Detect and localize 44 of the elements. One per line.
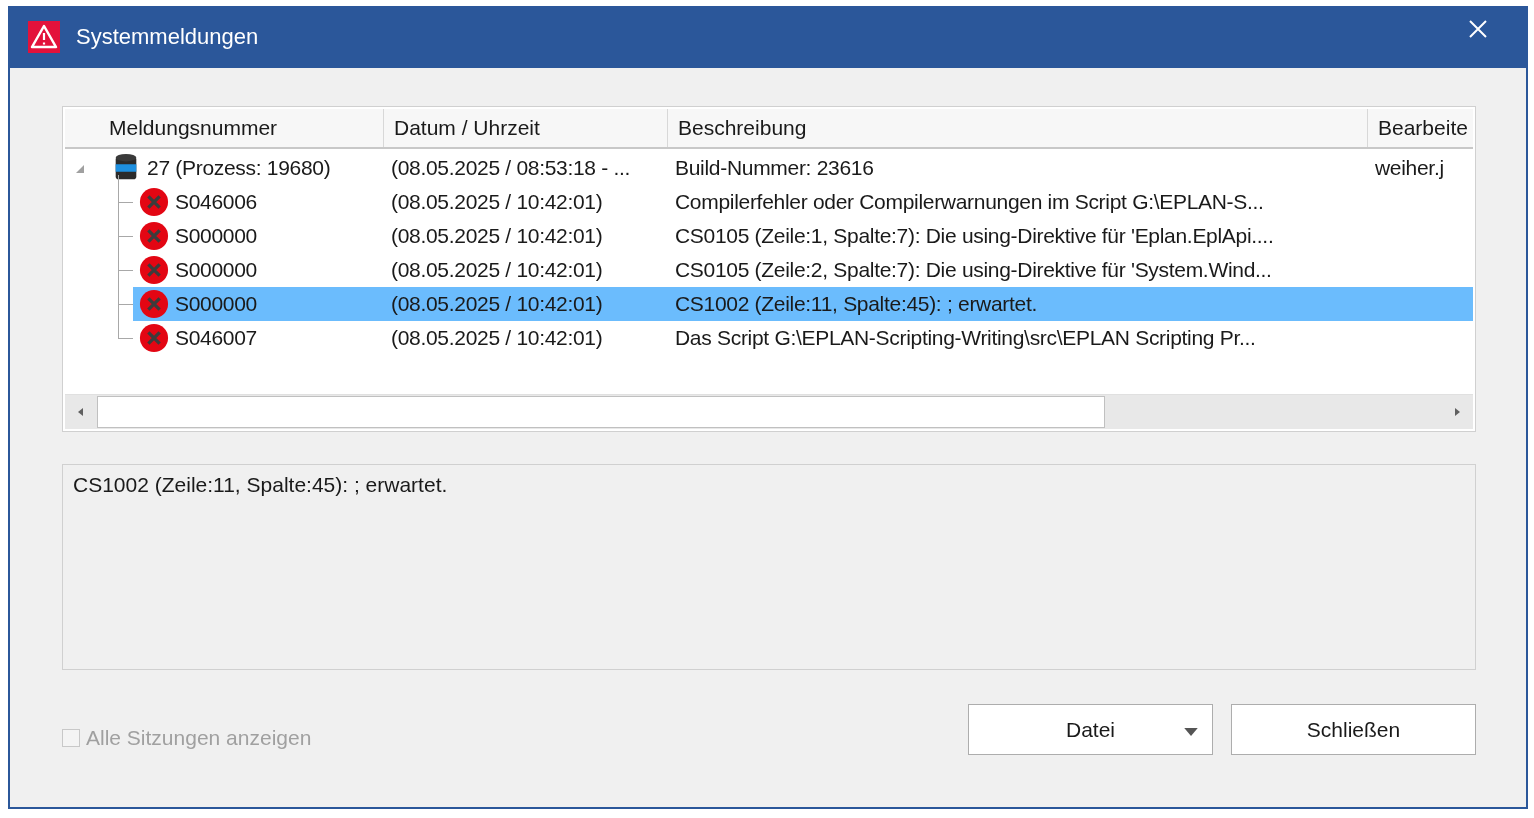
table-row[interactable]: 27 (Prozess: 19680) (08.05.2025 / 08:53:18 - ... Build-Nummer: 23616 weiher.j <box>105 151 1473 185</box>
close-button[interactable]: Schließen <box>1231 704 1476 755</box>
error-icon <box>139 187 169 217</box>
table-cell-text: Das Script G:\EPLAN-Scripting-Writing\src\EPLAN Scripting Pr... <box>674 326 1257 350</box>
table-cell: S000000 <box>175 292 257 316</box>
table-cell-text: (08.05.2025 / 10:42:01) <box>390 224 604 248</box>
table-row[interactable]: S046007 (08.05.2025 / 10:42:01) Das Script G:\EPLAN-Scripting-Writing\src\EPLAN Scripting Pr... <box>133 321 1473 355</box>
table-cell: S046007 <box>175 326 257 350</box>
column-header[interactable]: Beschreibung <box>668 109 1368 147</box>
error-icon <box>139 255 169 285</box>
warning-icon <box>28 21 60 53</box>
column-header[interactable]: Datum / Uhrzeit <box>384 109 668 147</box>
table-cell-text: (08.05.2025 / 10:42:01) <box>390 258 604 282</box>
column-header[interactable]: Bearbeite <box>1368 109 1473 147</box>
table-row[interactable]: S046006 (08.05.2025 / 10:42:01) Compilerfehler oder Compilerwarnungen im Script G:\EPLAN-S... <box>133 185 1473 219</box>
table-cell: S000000 <box>175 258 257 282</box>
table-cell-text: (08.05.2025 / 10:42:01) <box>390 292 604 316</box>
expander-icon[interactable] <box>75 164 85 174</box>
table-cell-text: CS0105 (Zeile:1, Spalte:7): Die using-Direktive für 'Eplan.EplApi.... <box>674 224 1275 248</box>
file-dropdown-button[interactable]: Datei <box>968 704 1213 755</box>
table-row[interactable]: S000000 (08.05.2025 / 10:42:01) CS1002 (Zeile:11, Spalte:45): ; erwartet. <box>133 287 1473 321</box>
table-cell-text: (08.05.2025 / 10:42:01) <box>390 190 604 214</box>
table-row[interactable]: S000000 (08.05.2025 / 10:42:01) CS0105 (Zeile:2, Spalte:7): Die using-Direktive für 'System.Wind... <box>133 253 1473 287</box>
error-icon <box>139 323 169 353</box>
table-cell-text: Compilerfehler oder Compilerwarnungen im Script G:\EPLAN-S... <box>674 190 1265 214</box>
table-cell-text: CS1002 (Zeile:11, Spalte:45): ; erwartet. <box>674 292 1038 316</box>
table-cell-text: (08.05.2025 / 10:42:01) <box>390 326 604 350</box>
error-icon <box>139 289 169 319</box>
window-title: Systemmeldungen <box>76 24 260 50</box>
table-cell: S046006 <box>175 190 257 214</box>
error-icon <box>139 221 169 251</box>
details-text: CS1002 (Zeile:11, Spalte:45): ; erwartet. <box>73 473 448 496</box>
table-cell: 27 (Prozess: 19680) <box>147 156 331 180</box>
scrollbar-thumb[interactable] <box>97 396 1105 428</box>
caret-icon <box>1184 728 1198 737</box>
table-cell: S000000 <box>175 224 257 248</box>
table-row[interactable]: S000000 (08.05.2025 / 10:42:01) CS0105 (Zeile:1, Spalte:7): Die using-Direktive für 'Eplan.EplApi.... <box>133 219 1473 253</box>
close-icon[interactable] <box>1468 19 1488 39</box>
table-cell-text: (08.05.2025 / 08:53:18 - ... <box>390 156 632 180</box>
column-header[interactable]: Meldungsnummer <box>65 109 384 147</box>
table-cell-text: weiher.j <box>1374 156 1445 180</box>
horizontal-scrollbar[interactable] <box>65 394 1473 429</box>
table-cell-text: CS0105 (Zeile:2, Spalte:7): Die using-Direktive für 'System.Wind... <box>674 258 1273 282</box>
table-cell-text: Build-Nummer: 23616 <box>674 156 875 180</box>
